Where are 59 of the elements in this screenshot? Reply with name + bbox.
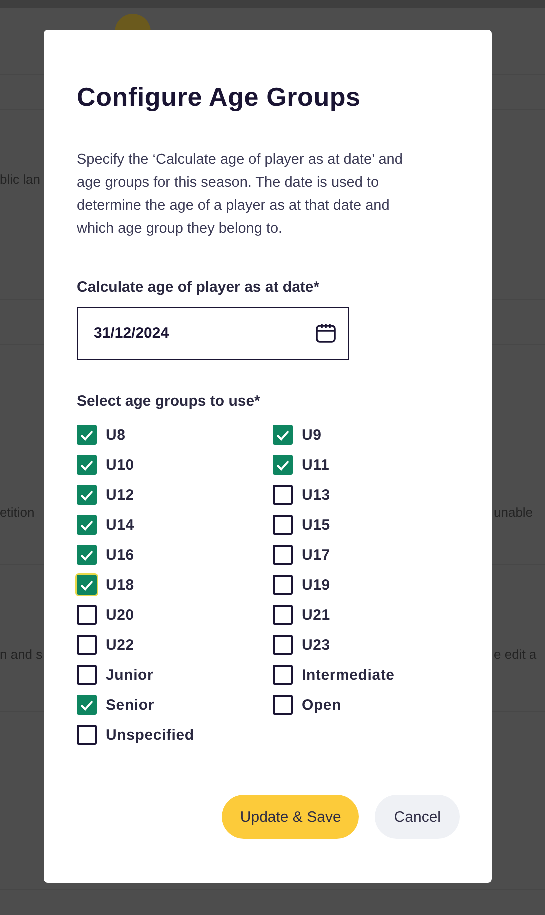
check-icon (80, 700, 94, 710)
checkbox[interactable] (77, 515, 97, 535)
checkbox-label: U22 (106, 636, 134, 654)
checkbox-label: U23 (302, 636, 330, 654)
checkbox[interactable] (273, 665, 293, 685)
checkbox[interactable] (77, 575, 97, 595)
checkbox-label: U16 (106, 546, 134, 564)
checkbox-label: U9 (302, 426, 322, 444)
date-field[interactable]: 31/12/2024 (77, 307, 349, 360)
checkbox[interactable] (273, 545, 293, 565)
checkbox[interactable] (273, 695, 293, 715)
check-icon (276, 430, 290, 440)
check-icon (80, 580, 94, 590)
checkbox-label: U20 (106, 606, 134, 624)
checkbox[interactable] (77, 485, 97, 505)
checkbox[interactable] (273, 455, 293, 475)
checkbox-label: U17 (302, 546, 330, 564)
checkbox-label: U10 (106, 456, 134, 474)
check-icon (80, 460, 94, 470)
checkbox[interactable] (273, 575, 293, 595)
checkbox[interactable] (273, 635, 293, 655)
check-icon (80, 550, 94, 560)
check-icon (276, 460, 290, 470)
check-icon (80, 490, 94, 500)
checkbox[interactable] (77, 425, 97, 445)
checkbox[interactable] (273, 605, 293, 625)
field-label: Calculate age of player as at date* (77, 279, 321, 296)
save-button[interactable]: Update & Save (222, 795, 360, 839)
checkbox-label: U11 (302, 456, 330, 474)
checkbox-label: U12 (106, 486, 134, 504)
checkbox-label: U19 (302, 576, 330, 594)
checkbox-label: Senior (106, 696, 154, 714)
cancel-button[interactable]: Cancel (375, 795, 460, 839)
check-icon (80, 520, 94, 530)
checkbox[interactable] (77, 455, 97, 475)
checkbox-label: Intermediate (302, 666, 395, 684)
checkbox-label: Open (302, 696, 342, 714)
checkbox-label: U15 (302, 516, 330, 534)
checkbox-label: U18 (106, 576, 134, 594)
calendar-icon[interactable] (315, 322, 337, 344)
checkbox-label: U13 (302, 486, 330, 504)
checkbox[interactable] (77, 605, 97, 625)
checkbox-label: U21 (302, 606, 330, 624)
checkbox[interactable] (273, 485, 293, 505)
checkbox-label: Junior (106, 666, 154, 684)
check-icon (80, 430, 94, 440)
checkbox-label: Unspecified (106, 726, 194, 744)
checkbox[interactable] (77, 695, 97, 715)
checkbox[interactable] (273, 425, 293, 445)
checkbox-label: U8 (106, 426, 126, 444)
checkbox[interactable] (77, 725, 97, 745)
checkbox-label: U14 (106, 516, 134, 534)
description: Specify the ‘Calculate age of player as at date’ and age groups for this season. The date is used to determine the age of a player as at that date and which age group they belong to. (77, 151, 404, 239)
checkbox[interactable] (77, 665, 97, 685)
checkbox[interactable] (77, 635, 97, 655)
checkbox[interactable] (273, 515, 293, 535)
section-label: Select age groups to use* (77, 393, 262, 410)
dialog-title: Configure Age Groups (77, 82, 362, 113)
checkbox[interactable] (77, 545, 97, 565)
